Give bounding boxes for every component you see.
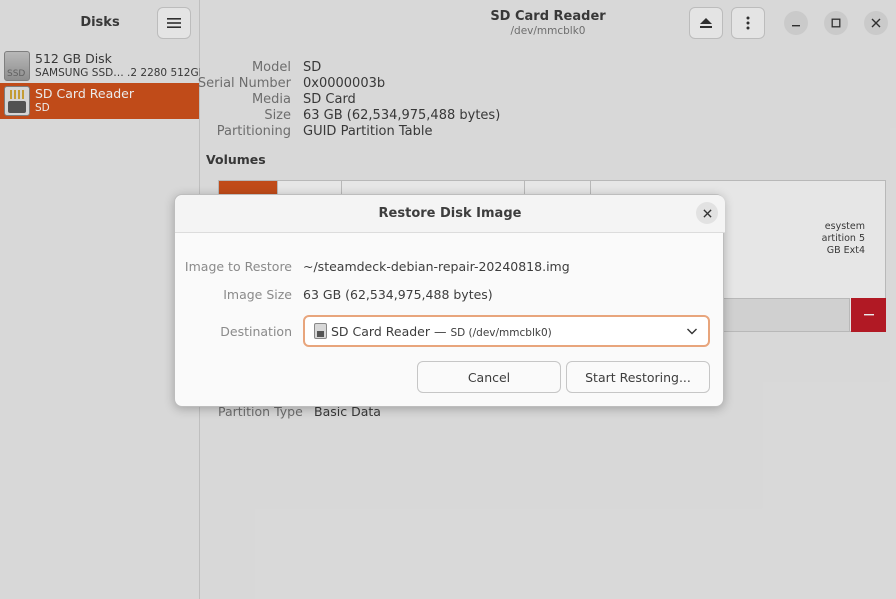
destination-selected: SD Card Reader — SD (/dev/mmcblk0): [331, 324, 552, 339]
close-icon: [702, 208, 712, 218]
image-to-restore-value: ~/steamdeck-debian-repair-20240818.img: [303, 259, 570, 274]
cancel-button[interactable]: Cancel: [417, 361, 561, 393]
dialog-title: Restore Disk Image: [378, 206, 522, 221]
image-size-value: 63 GB (62,534,975,488 bytes): [303, 287, 493, 302]
destination-label: Destination: [220, 324, 292, 339]
destination-dropdown[interactable]: SD Card Reader — SD (/dev/mmcblk0): [303, 315, 710, 347]
start-restoring-button[interactable]: Start Restoring...: [566, 361, 710, 393]
destination-detail: SD (/dev/mmcblk0): [450, 327, 552, 339]
image-size-row: Image Size 63 GB (62,534,975,488 bytes): [175, 287, 725, 303]
restore-disk-image-dialog: Restore Disk Image Image to Restore ~/st…: [174, 194, 725, 407]
destination-name: SD Card Reader —: [331, 324, 447, 339]
dialog-close-button[interactable]: [696, 202, 718, 224]
sd-card-icon: [314, 323, 327, 339]
image-size-label: Image Size: [223, 287, 292, 302]
image-to-restore-label: Image to Restore: [184, 259, 292, 274]
chevron-down-icon: [687, 328, 697, 335]
image-to-restore-row: Image to Restore ~/steamdeck-debian-repa…: [175, 259, 725, 275]
dialog-header: Restore Disk Image: [175, 195, 725, 233]
